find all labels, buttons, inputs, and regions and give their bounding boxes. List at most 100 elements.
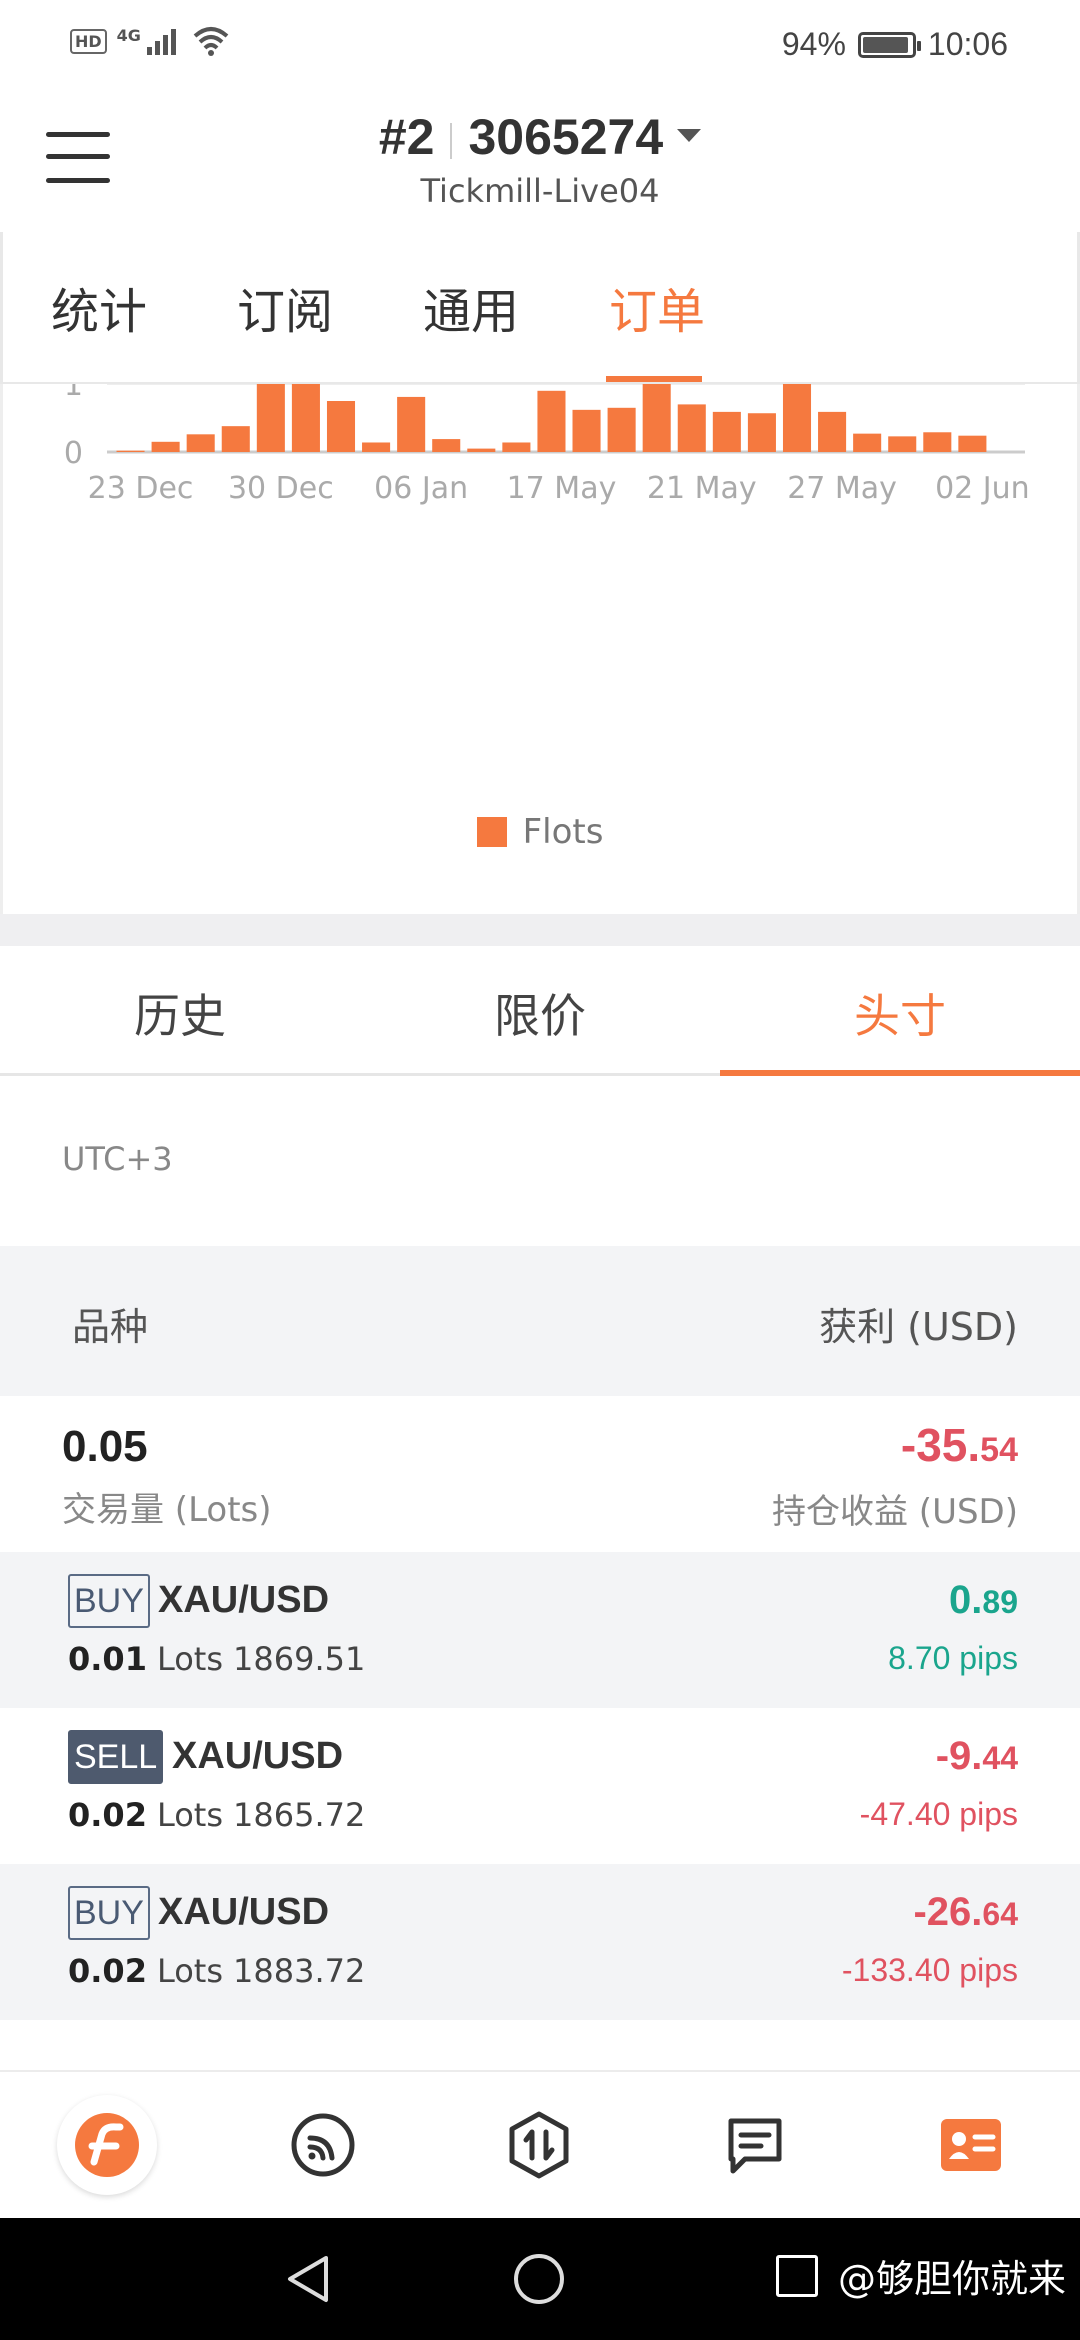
x-tick-label: 17 May: [507, 471, 617, 506]
messages-icon[interactable]: [700, 2090, 810, 2200]
position-row[interactable]: SELL XAU/USD 0.02 Lots 1865.72 -9.44 -47.4…: [0, 1708, 1080, 1864]
tab-orders[interactable]: 订单: [609, 272, 705, 342]
chart-bar: [572, 409, 601, 452]
chart-bar: [221, 426, 250, 452]
x-tick-label: 23 Dec: [88, 471, 194, 506]
legend-label: Flots: [522, 812, 604, 852]
chart-bar: [782, 384, 812, 452]
clock: 10:06: [927, 26, 1008, 62]
section-divider: [0, 914, 1080, 946]
col-profit: 获利 (USD): [819, 1305, 1018, 1349]
account-card-icon[interactable]: [916, 2090, 1026, 2200]
chevron-down-icon: [677, 129, 702, 143]
lots-info: 0.02 Lots 1865.72: [68, 1796, 365, 1834]
profit-main: -26.: [913, 1890, 983, 1934]
open-price: 1883.72: [233, 1952, 366, 1990]
status-bar: HD 4G 94% 10:06: [0, 0, 1080, 90]
x-tick-label: 21 May: [647, 471, 757, 506]
symbol: XAU/USD: [172, 1735, 344, 1777]
open-price: 1869.51: [233, 1640, 366, 1678]
position-row[interactable]: BUY XAU/USD 0.02 Lots 1883.72 -26.64 -133.…: [0, 1864, 1080, 2020]
recents-icon[interactable]: [775, 2254, 818, 2297]
top-tabs: 统计 订阅 通用 订单: [0, 232, 1080, 384]
chart-bar: [642, 384, 671, 452]
chart-bar: [362, 442, 391, 452]
col-symbol: 品种: [72, 1305, 149, 1349]
lots-info: 0.02 Lots 1883.72: [68, 1952, 365, 1990]
signal-icon: [146, 29, 176, 55]
side-badge: BUY: [68, 1574, 150, 1628]
chart-bar: [537, 390, 566, 452]
bottom-nav: [0, 2070, 1080, 2218]
profit-main: -9.: [935, 1734, 983, 1778]
position-profit: 0.89: [949, 1578, 1018, 1623]
x-tick-label: 06 Jan: [374, 471, 468, 506]
home-icon[interactable]: [512, 2252, 566, 2306]
server-name: Tickmill-Live04: [420, 172, 660, 210]
symbol: XAU/USD: [158, 1579, 330, 1621]
lots-value: 0.02: [68, 1952, 147, 1990]
tab-indicator: [606, 376, 702, 382]
tab-history[interactable]: 历史: [0, 980, 360, 1046]
total-profit: -35.54: [901, 1418, 1018, 1472]
total-profit-cents: 54: [980, 1431, 1018, 1469]
tab-stats[interactable]: 统计: [51, 272, 147, 342]
status-left: HD 4G: [70, 26, 231, 56]
status-right: 94% 10:06: [782, 26, 1008, 63]
y-tick-label: 0: [64, 436, 83, 471]
signals-icon[interactable]: [268, 2090, 378, 2200]
chart-bar: [607, 407, 636, 452]
lots-unit: Lots: [156, 1640, 224, 1678]
tab-positions[interactable]: 头寸: [720, 980, 1080, 1046]
trade-icon[interactable]: [484, 2090, 594, 2200]
chart-bar: [432, 439, 461, 452]
position-row[interactable]: BUY XAU/USD 0.01 Lots 1869.51 0.89 8.70 pi…: [0, 1552, 1080, 1708]
tab-subscribe[interactable]: 订阅: [237, 272, 333, 342]
positions-summary: 0.05 交易量 (Lots) -35.54 持仓收益 (USD): [0, 1396, 1080, 1552]
tab-pending[interactable]: 限价: [360, 980, 720, 1046]
account-selector[interactable]: #2 3065274: [0, 108, 1080, 166]
network-type: 4G: [116, 26, 141, 45]
chart-bar: [853, 433, 882, 452]
battery-percent: 94%: [781, 26, 846, 62]
chart-bar: [151, 441, 180, 452]
chart-bar: [326, 401, 356, 452]
back-icon[interactable]: [282, 2252, 334, 2306]
chart-bar: [186, 434, 215, 452]
side-badge: SELL: [68, 1730, 164, 1784]
y-tick-label: 1: [64, 384, 83, 403]
lots-value: 0.02: [68, 1796, 147, 1834]
lots-info: 0.01 Lots 1869.51: [68, 1640, 365, 1678]
chart-svg: 01223 Dec30 Dec06 Jan17 May21 May27 May0…: [64, 384, 1030, 506]
order-tabs: 历史 限价 头寸: [0, 946, 1080, 1076]
lots-unit: Lots: [156, 1796, 224, 1834]
total-volume: 0.05: [62, 1422, 148, 1471]
position-pips: -47.40 pips: [859, 1796, 1018, 1832]
legend-swatch: [476, 817, 507, 847]
battery-icon: [857, 31, 921, 58]
position-pips: 8.70 pips: [888, 1640, 1018, 1676]
account-index: #2: [378, 109, 435, 165]
position-profit: -26.64: [913, 1890, 1018, 1935]
fxchoice-logo-icon: [57, 2095, 157, 2195]
x-tick-label: 30 Dec: [228, 471, 334, 506]
total-profit-main: -35.: [900, 1419, 981, 1471]
chart-bar: [712, 411, 741, 452]
chart-bar: [888, 436, 917, 452]
chart-bar: [818, 411, 847, 452]
tab-general[interactable]: 通用: [423, 272, 519, 342]
nav-home[interactable]: [52, 2090, 162, 2200]
chart-bar: [397, 396, 426, 452]
chart-bar: [502, 442, 531, 452]
account-number: 3065274: [468, 109, 664, 165]
table-header: 品种 获利 (USD): [0, 1246, 1080, 1396]
profit-cents: 89: [982, 1584, 1018, 1620]
volume-label: 交易量 (Lots): [62, 1490, 272, 1530]
chart-bar: [256, 384, 285, 452]
chart-bar: [923, 432, 952, 452]
chart-bar: [747, 413, 776, 452]
hd-badge: HD: [70, 28, 107, 54]
x-tick-label: 02 Jun: [935, 471, 1030, 506]
profit-cents: 44: [982, 1740, 1018, 1776]
chart-legend[interactable]: Flots: [0, 812, 1080, 852]
